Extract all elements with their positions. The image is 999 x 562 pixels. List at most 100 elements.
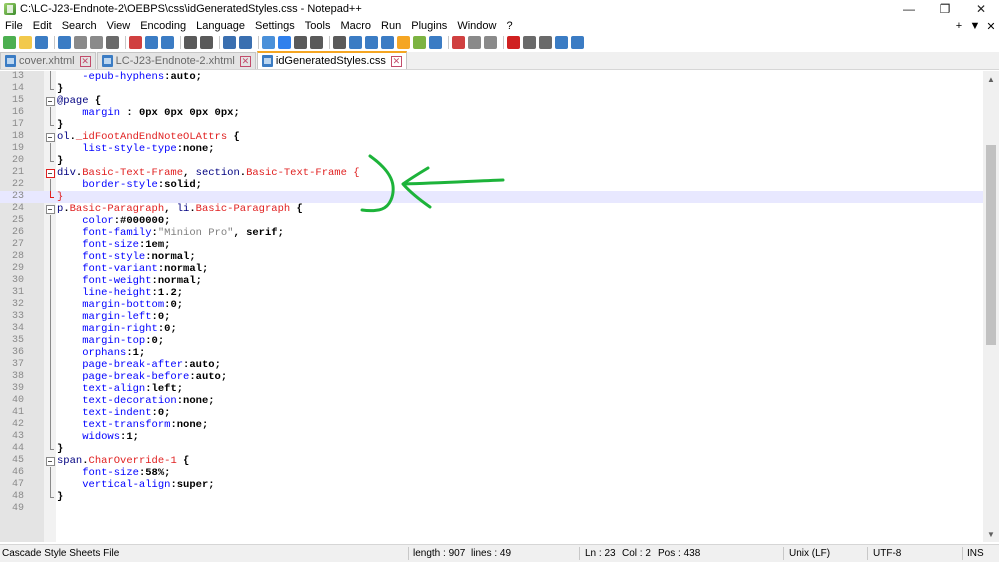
toolbar-button-icon[interactable] [397, 35, 410, 49]
code-line[interactable]: 22 border-style:solid; [0, 179, 983, 191]
code-editor[interactable]: 13 -epub-hyphens:auto; 14} 15 @page {16 mar… [0, 71, 999, 542]
toolbar-button-icon[interactable] [200, 35, 213, 49]
code-line[interactable]: 34 margin-right:0; [0, 323, 983, 335]
code-line[interactable]: 25 color:#000000; [0, 215, 983, 227]
toolbar-button-icon[interactable] [223, 35, 236, 49]
code-line[interactable]: 27 font-size:1em; [0, 239, 983, 251]
tab-close-icon[interactable]: ✕ [239, 55, 251, 67]
status-insert-mode[interactable]: INS [967, 545, 984, 562]
menu-file[interactable]: File [0, 18, 28, 34]
code-line[interactable]: 45 span.CharOverride-1 { [0, 455, 983, 467]
toolbar-button-icon[interactable] [349, 35, 362, 49]
toolbar-button-icon[interactable] [507, 35, 520, 49]
code-line[interactable]: 39 text-align:left; [0, 383, 983, 395]
toolbar-button-icon[interactable] [90, 35, 103, 49]
toolbar-button-icon[interactable] [429, 35, 442, 49]
tab-list-icon[interactable]: ▼ [967, 20, 983, 32]
toolbar-button-icon[interactable] [310, 35, 323, 49]
menu-edit[interactable]: Edit [28, 18, 57, 34]
code-line[interactable]: 48} [0, 491, 983, 503]
menu-tools[interactable]: Tools [300, 18, 336, 34]
toolbar-button-icon[interactable] [539, 35, 552, 49]
toolbar-button-icon[interactable] [333, 35, 346, 49]
code-line[interactable]: 49 [0, 503, 983, 515]
code-line[interactable]: 23} [0, 191, 983, 203]
code-line[interactable]: 28 font-style:normal; [0, 251, 983, 263]
tab-close-icon[interactable]: ✕ [390, 55, 402, 67]
status-encoding[interactable]: UTF-8 [873, 545, 901, 562]
toolbar-button-icon[interactable] [161, 35, 174, 49]
toolbar-button-icon[interactable] [294, 35, 307, 49]
close-document-icon[interactable]: ✕ [983, 20, 999, 33]
tab-cover-xhtml[interactable]: cover.xhtml ✕ [0, 52, 96, 69]
menu-settings[interactable]: Settings [250, 18, 300, 34]
code-line[interactable]: 42 text-transform:none; [0, 419, 983, 431]
toolbar-button-icon[interactable] [571, 35, 584, 49]
code-line[interactable]: 32 margin-bottom:0; [0, 299, 983, 311]
code-line[interactable]: 14} [0, 83, 983, 95]
tab-endnote-xhtml[interactable]: LC-J23-Endnote-2.xhtml ✕ [96, 52, 256, 69]
tab-idgeneratedstyles-css[interactable]: idGeneratedStyles.css ✕ [256, 51, 407, 69]
close-button[interactable]: ✕ [963, 0, 999, 18]
code-line[interactable]: 17} [0, 119, 983, 131]
code-line[interactable]: 20} [0, 155, 983, 167]
vertical-scrollbar[interactable]: ▲ ▼ [983, 71, 999, 542]
scroll-down-arrow-icon[interactable]: ▼ [983, 526, 999, 542]
code-line[interactable]: 35 margin-top:0; [0, 335, 983, 347]
status-eol[interactable]: Unix (LF) [789, 545, 830, 562]
menu-window[interactable]: Window [452, 18, 501, 34]
toolbar-button-icon[interactable] [555, 35, 568, 49]
code-line[interactable]: 21 div.Basic-Text-Frame, section.Basic-Te… [0, 167, 983, 179]
toolbar-button-icon[interactable] [58, 35, 71, 49]
menu-language[interactable]: Language [191, 18, 250, 34]
menu-search[interactable]: Search [57, 18, 102, 34]
scroll-thumb[interactable] [986, 145, 996, 345]
code-line[interactable]: 18 ol._idFootAndEndNoteOLAttrs { [0, 131, 983, 143]
code-line[interactable]: 33 margin-left:0; [0, 311, 983, 323]
toolbar-button-icon[interactable] [381, 35, 394, 49]
menu-macro[interactable]: Macro [335, 18, 376, 34]
menu-help[interactable]: ? [501, 18, 517, 34]
menu-run[interactable]: Run [376, 18, 406, 34]
menu-plugins[interactable]: Plugins [406, 18, 452, 34]
code-line[interactable]: 41 text-indent:0; [0, 407, 983, 419]
toolbar-button-icon[interactable] [3, 35, 16, 49]
toolbar-button-icon[interactable] [523, 35, 536, 49]
code-line[interactable]: 31 line-height:1.2; [0, 287, 983, 299]
toolbar-button-icon[interactable] [106, 35, 119, 49]
menu-view[interactable]: View [102, 18, 136, 34]
code-line[interactable]: 44} [0, 443, 983, 455]
code-line[interactable]: 36 orphans:1; [0, 347, 983, 359]
fold-toggle-icon[interactable] [46, 455, 55, 467]
toolbar-button-icon[interactable] [184, 35, 197, 49]
fold-toggle-icon[interactable] [46, 95, 55, 107]
code-line[interactable]: 30 font-weight:normal; [0, 275, 983, 287]
toolbar-button-icon[interactable] [468, 35, 481, 49]
new-tab-icon[interactable]: + [951, 20, 967, 32]
toolbar-button-icon[interactable] [74, 35, 87, 49]
fold-toggle-icon[interactable] [46, 131, 55, 143]
minimize-button[interactable]: — [891, 0, 927, 18]
code-line[interactable]: 16 margin : 0px 0px 0px 0px; [0, 107, 983, 119]
code-line[interactable]: 43 widows:1; [0, 431, 983, 443]
toolbar-button-icon[interactable] [365, 35, 378, 49]
fold-toggle-icon[interactable] [46, 167, 55, 179]
code-line[interactable]: 19 list-style-type:none; [0, 143, 983, 155]
code-line[interactable]: 15 @page { [0, 95, 983, 107]
tab-close-icon[interactable]: ✕ [79, 55, 91, 67]
toolbar-button-icon[interactable] [452, 35, 465, 49]
code-line[interactable]: 37 page-break-after:auto; [0, 359, 983, 371]
toolbar-button-icon[interactable] [484, 35, 497, 49]
menu-encoding[interactable]: Encoding [135, 18, 191, 34]
toolbar-button-icon[interactable] [278, 35, 291, 49]
code-line[interactable]: 26 font-family:"Minion Pro", serif; [0, 227, 983, 239]
code-line[interactable]: 40 text-decoration:none; [0, 395, 983, 407]
scroll-up-arrow-icon[interactable]: ▲ [983, 71, 999, 87]
fold-toggle-icon[interactable] [46, 203, 55, 215]
code-line[interactable]: 29 font-variant:normal; [0, 263, 983, 275]
toolbar-button-icon[interactable] [262, 35, 275, 49]
toolbar-button-icon[interactable] [129, 35, 142, 49]
code-line[interactable]: 13 -epub-hyphens:auto; [0, 71, 983, 83]
toolbar-button-icon[interactable] [35, 35, 48, 49]
code-line[interactable]: 47 vertical-align:super; [0, 479, 983, 491]
